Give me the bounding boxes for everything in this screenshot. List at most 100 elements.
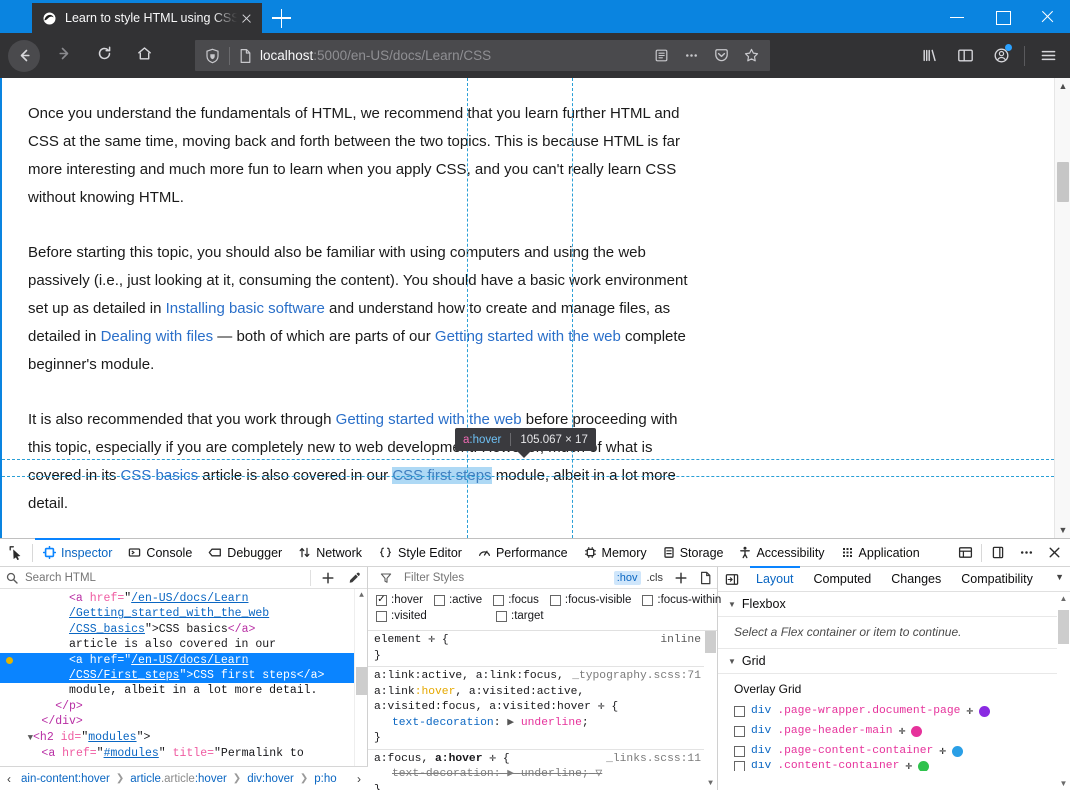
checkbox-focus-within[interactable] <box>642 594 654 606</box>
tab-close-icon[interactable] <box>237 9 256 28</box>
expand-pane-icon[interactable] <box>718 573 746 586</box>
account-icon[interactable] <box>983 40 1019 71</box>
scroll-down-arrow-icon[interactable]: ▼ <box>704 777 717 790</box>
rule-element-inline[interactable]: inline element ✛ { } <box>368 631 717 667</box>
tab-accessibility[interactable]: Accessibility <box>731 539 832 566</box>
hamburger-menu-icon[interactable] <box>1030 40 1066 71</box>
maximize-icon[interactable] <box>980 0 1025 33</box>
grid-select-icon[interactable]: ✛ <box>899 724 906 738</box>
minimize-icon[interactable] <box>935 0 980 33</box>
search-html-input[interactable] <box>20 571 306 584</box>
link-getting-started-with-the-web-1[interactable]: Getting started with the web <box>435 328 621 345</box>
tab-layout[interactable]: Layout <box>746 566 804 591</box>
reload-button[interactable] <box>86 38 122 74</box>
link-getting-started-with-the-web-2[interactable]: Getting started with the web <box>336 411 522 428</box>
grid-item-page-content-container[interactable]: div .page-content-container ✛ <box>718 741 1070 761</box>
checkbox-hover[interactable] <box>376 594 387 606</box>
tab-console[interactable]: Console <box>120 539 200 566</box>
tab-inspector[interactable]: Inspector <box>35 538 121 566</box>
markup-row[interactable]: /CSS_basics">CSS basics</a> <box>0 622 367 637</box>
pseudo-class-toggle-button[interactable]: :hov <box>613 570 641 585</box>
grid-item-page-header-main[interactable]: div .page-header-main ✛ <box>718 721 1070 741</box>
tab-changes[interactable]: Changes <box>881 567 951 591</box>
tab-computed[interactable]: Computed <box>804 567 882 591</box>
page-document-icon[interactable] <box>230 48 260 64</box>
markup-row-selected-2[interactable]: /CSS/First_steps">CSS first steps</a> <box>0 668 367 684</box>
markup-row[interactable]: /Getting_started_with_the_web <box>0 606 367 621</box>
breadcrumb-item-article[interactable]: article.article:hover <box>129 773 228 785</box>
rule2-prop[interactable]: text-decoration <box>374 768 494 780</box>
layout-scrollbar-thumb[interactable] <box>1058 610 1069 644</box>
markup-scrollbar-thumb[interactable] <box>356 667 367 695</box>
overridden-filter-icon[interactable]: ▽ <box>595 768 602 780</box>
rule-source-inline[interactable]: inline <box>660 633 701 649</box>
tab-performance[interactable]: Performance <box>470 539 576 566</box>
shield-icon[interactable] <box>195 48 229 64</box>
checkbox-active[interactable] <box>433 594 445 606</box>
element-picker-icon[interactable] <box>0 539 30 566</box>
breadcrumb-item-p[interactable]: p:ho <box>313 773 337 785</box>
print-styles-icon[interactable] <box>693 571 717 585</box>
rules-scrollbar[interactable]: ▲ ▼ <box>704 631 717 790</box>
sidebar-icon[interactable] <box>947 40 983 71</box>
breadcrumb-scroll-right[interactable]: › <box>350 767 368 790</box>
match-selector-icon[interactable]: ✛ <box>598 701 605 713</box>
markup-tree[interactable]: <a href="/en-US/docs/Learn /Getting_star… <box>0 589 367 790</box>
match-selector-icon[interactable]: ✛ <box>428 634 435 646</box>
scroll-down-arrow-icon[interactable]: ▼ <box>1057 777 1070 790</box>
grid2-color-swatch[interactable] <box>952 745 964 757</box>
add-rule-plus-icon[interactable] <box>669 571 693 585</box>
markup-row[interactable]: </p> <box>0 699 367 714</box>
checkbox-grid-content-container[interactable] <box>734 761 745 771</box>
rules-scrollbar-thumb[interactable] <box>705 631 716 653</box>
page-actions-icon[interactable] <box>676 42 706 70</box>
pseudo-visited[interactable]: :visited <box>376 610 496 622</box>
devtools-close-icon[interactable] <box>1040 539 1068 566</box>
browser-tab[interactable]: Learn to style HTML using CSS <box>32 3 262 33</box>
url-text[interactable]: localhost:5000/en-US/docs/Learn/CSS <box>260 48 646 63</box>
plus-icon[interactable] <box>315 571 341 585</box>
rules-list[interactable]: inline element ✛ { } _typography.scss:71… <box>368 631 717 790</box>
checkbox-visited[interactable] <box>376 610 387 622</box>
tab-debugger[interactable]: Debugger <box>200 539 290 566</box>
markup-row[interactable]: ▼<h2 id="modules"> <box>0 730 367 746</box>
tab-storage[interactable]: Storage <box>655 539 732 566</box>
grid-select-icon[interactable]: ✛ <box>939 744 946 758</box>
breadcrumb-item-div[interactable]: div:hover <box>246 773 295 785</box>
markup-row[interactable]: article is also covered in our <box>0 637 367 652</box>
rule1-sel-line2[interactable]: a:link:hover, a:visited:active, <box>374 685 703 701</box>
library-icon[interactable] <box>911 40 947 71</box>
rule-source-links[interactable]: _links.scss:11 <box>606 752 701 768</box>
rule-source-typography[interactable]: _typography.scss:71 <box>572 669 701 685</box>
page-vertical-scrollbar[interactable]: ▲ ▼ <box>1054 78 1070 538</box>
markup-scrollbar[interactable]: ▲ ▼ <box>354 589 367 790</box>
reader-view-icon[interactable] <box>646 42 676 70</box>
scrollbar-thumb[interactable] <box>1057 162 1069 202</box>
filter-styles-input[interactable] <box>398 571 614 584</box>
pseudo-target[interactable]: :target <box>496 610 544 622</box>
breadcrumb-scroll-left[interactable]: ‹ <box>0 767 18 790</box>
devtools-meatball-menu-icon[interactable] <box>1012 539 1040 566</box>
markup-row[interactable]: </div> <box>0 714 367 729</box>
tab-compatibility[interactable]: Compatibility <box>951 567 1043 591</box>
pseudo-focus-within[interactable]: :focus-within <box>642 594 721 606</box>
scroll-up-arrow-icon[interactable]: ▲ <box>1057 592 1070 605</box>
checkbox-grid-page-content-container[interactable] <box>734 745 745 757</box>
breadcrumb-item-main-content[interactable]: ain-content:hover <box>20 773 111 785</box>
scroll-up-arrow-icon[interactable]: ▲ <box>1055 78 1070 94</box>
tab-style-editor[interactable]: Style Editor <box>370 539 470 566</box>
markup-row[interactable]: <a href="/en-US/docs/Learn <box>0 591 367 606</box>
chevron-down-icon[interactable]: ▼ <box>1055 572 1064 582</box>
layout-scrollbar[interactable]: ▲ ▼ <box>1057 592 1070 790</box>
markup-row-selected[interactable]: <a href="/en-US/docs/Learn <box>0 652 367 669</box>
new-tab-button[interactable] <box>272 8 292 28</box>
pseudo-focus[interactable]: :focus <box>493 594 539 606</box>
rule2-value[interactable]: underline <box>521 768 582 780</box>
match-selector-icon[interactable]: ✛ <box>489 753 496 765</box>
grid-section-header[interactable]: ▼ Grid <box>718 649 1070 674</box>
grid1-color-swatch[interactable] <box>911 725 923 737</box>
dock-to-side-icon[interactable] <box>984 539 1012 566</box>
scroll-down-arrow-icon[interactable]: ▼ <box>1055 522 1070 538</box>
rule1-declaration[interactable]: text-decoration: ▶ underline; <box>374 716 703 732</box>
checkbox-grid-page-wrapper[interactable] <box>734 705 745 717</box>
